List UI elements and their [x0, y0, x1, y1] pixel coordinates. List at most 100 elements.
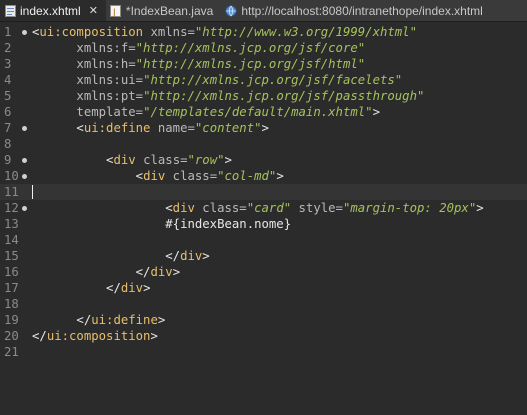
code-line[interactable]: 11: [0, 184, 527, 200]
code-token: ui:define: [91, 313, 158, 327]
code-text: #{indexBean.nome}: [32, 216, 291, 232]
code-text: template="/templates/default/main.xhtml"…: [32, 104, 380, 120]
code-line[interactable]: 4 xmlns:ui="http://xmlns.jcp.org/jsf/fac…: [0, 72, 527, 88]
code-line[interactable]: 1 <ui:composition xmlns="http://www.w3.or…: [0, 24, 527, 40]
globe-icon: [225, 5, 237, 17]
code-line[interactable]: 14: [0, 232, 527, 248]
fold-marker-icon[interactable]: [22, 206, 27, 211]
code-token: "http://xmlns.jcp.org/jsf/core": [135, 41, 366, 55]
code-line[interactable]: 9 <div class="row">: [0, 152, 527, 168]
code-token: class=: [135, 153, 188, 167]
line-number: 4: [4, 73, 12, 87]
code-line[interactable]: 6 template="/templates/default/main.xhtm…: [0, 104, 527, 120]
code-text: </div>: [32, 280, 150, 296]
fold-marker-icon[interactable]: [22, 158, 27, 163]
editor-tab-bar: index.xhtml ✕ J *IndexBean.java http://l…: [0, 0, 527, 22]
line-number: 3: [4, 57, 12, 71]
code-token: ui:define: [83, 121, 151, 135]
line-number: 21: [4, 345, 19, 359]
line-number: 1: [4, 25, 12, 39]
code-token: <: [76, 121, 84, 135]
code-token: "http://xmlns.jcp.org/jsf/facelets": [143, 73, 403, 87]
code-token: "card": [246, 201, 292, 215]
code-token: div: [113, 153, 136, 167]
code-token: "/templates/default/main.xhtml": [143, 105, 373, 119]
code-line[interactable]: 2 xmlns:f="http://xmlns.jcp.org/jsf/core…: [0, 40, 527, 56]
fold-marker-icon[interactable]: [22, 174, 27, 179]
code-token: >: [172, 265, 181, 279]
code-line[interactable]: 13 #{indexBean.nome}: [0, 216, 527, 232]
code-token: "http://www.w3.org/1999/xhtml": [194, 25, 417, 39]
code-text: </div>: [32, 264, 180, 280]
code-text: <div class="row">: [32, 152, 232, 168]
code-token: "http://xmlns.jcp.org/jsf/html": [135, 57, 366, 71]
code-line[interactable]: 12 <div class="card" style="margin-top: …: [0, 200, 527, 216]
line-number: 15: [4, 249, 19, 263]
tab-label: index.xhtml: [20, 3, 81, 18]
line-number: 14: [4, 233, 19, 247]
code-line[interactable]: 7 <ui:define name="content">: [0, 120, 527, 136]
line-number: 6: [4, 105, 12, 119]
xhtml-file-icon: [4, 4, 16, 17]
code-token: style=: [291, 201, 343, 215]
code-token: >: [202, 249, 210, 263]
text-cursor: [32, 185, 33, 199]
code-line[interactable]: 21: [0, 344, 527, 360]
code-token: div: [180, 249, 203, 263]
code-line[interactable]: 16 </div>: [0, 264, 527, 280]
code-text: xmlns:f="http://xmlns.jcp.org/jsf/core": [32, 40, 365, 56]
line-number: 17: [4, 281, 19, 295]
line-number: 11: [4, 185, 19, 199]
code-line[interactable]: 19 </ui:define>: [0, 312, 527, 328]
code-token: class=: [165, 169, 218, 183]
line-number: 2: [4, 41, 12, 55]
code-token: #{indexBean.nome}: [32, 217, 292, 231]
code-line[interactable]: 15 </div>: [0, 248, 527, 264]
code-token: "row": [187, 153, 225, 167]
line-number: 7: [4, 121, 12, 135]
code-text: <ui:composition xmlns="http://www.w3.org…: [32, 24, 417, 40]
code-token: "margin-top: 20px": [342, 201, 477, 215]
code-token: </: [32, 329, 47, 343]
line-number: 18: [4, 297, 19, 311]
fold-marker-icon[interactable]: [22, 126, 27, 131]
line-number: 8: [4, 137, 12, 151]
code-token: xmlns:h=: [32, 57, 136, 71]
code-line[interactable]: 3 xmlns:h="http://xmlns.jcp.org/jsf/html…: [0, 56, 527, 72]
code-text: <div class="col-md">: [32, 168, 284, 184]
code-token: <: [135, 169, 144, 183]
code-token: "http://xmlns.jcp.org/jsf/passthrough": [143, 89, 425, 103]
fold-marker-icon[interactable]: [22, 30, 27, 35]
code-token: ui:composition: [46, 329, 151, 343]
line-number: 9: [4, 153, 12, 167]
tab-index-xhtml[interactable]: index.xhtml ✕: [0, 0, 106, 21]
code-line[interactable]: 5 xmlns:pt="http://xmlns.jcp.org/jsf/pas…: [0, 88, 527, 104]
code-token: template=: [32, 105, 144, 119]
code-token: </: [106, 281, 121, 295]
close-tab-icon[interactable]: ✕: [89, 4, 98, 17]
tab-label: http://localhost:8080/intranethope/index…: [241, 3, 483, 18]
code-line[interactable]: 20 </ui:composition>: [0, 328, 527, 344]
code-token: >: [372, 105, 380, 119]
code-token: xmlns:f=: [32, 41, 136, 55]
code-editor[interactable]: 1 <ui:composition xmlns="http://www.w3.or…: [0, 22, 527, 415]
code-line[interactable]: 8: [0, 136, 527, 152]
code-line[interactable]: 18: [0, 296, 527, 312]
svg-text:J: J: [112, 8, 116, 17]
code-line[interactable]: 17 </div>: [0, 280, 527, 296]
line-number: 10: [4, 169, 19, 183]
code-token: xmlns:pt=: [32, 89, 144, 103]
tab-indexbean-java[interactable]: J *IndexBean.java: [106, 0, 221, 21]
code-line[interactable]: 10 <div class="col-md">: [0, 168, 527, 184]
code-token: div: [150, 265, 173, 279]
code-token: </: [165, 249, 181, 263]
tab-browser-localhost[interactable]: http://localhost:8080/intranethope/index…: [221, 0, 491, 21]
code-text: xmlns:ui="http://xmlns.jcp.org/jsf/facel…: [32, 72, 402, 88]
code-token: >: [150, 329, 158, 343]
